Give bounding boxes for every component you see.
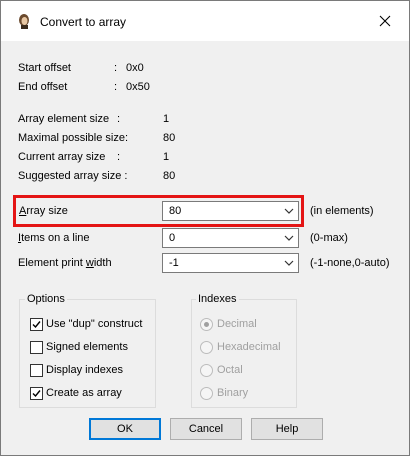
create-as-array-label[interactable]: Create as array: [46, 387, 122, 399]
title-bar: Convert to array: [1, 1, 409, 41]
octal-label[interactable]: Octal: [217, 364, 243, 376]
decimal-radio[interactable]: [200, 318, 213, 331]
items-on-line-value: 0: [169, 232, 176, 244]
create-as-array-checkbox[interactable]: [30, 387, 43, 400]
help-button[interactable]: Help: [251, 418, 323, 440]
indexes-group-title: Indexes: [196, 293, 239, 305]
hexadecimal-label[interactable]: Hexadecimal: [217, 341, 281, 353]
element-print-width-label-pre: Element print: [18, 257, 86, 269]
element-print-width-hint: (-1-none,0-auto): [310, 257, 390, 269]
items-on-line-combo[interactable]: 0: [162, 228, 299, 248]
display-indexes-label[interactable]: Display indexes: [46, 364, 123, 376]
close-icon: [379, 15, 391, 27]
array-size-highlight: [13, 195, 304, 227]
array-element-size-value: 1: [163, 113, 170, 125]
maximal-possible-size-label: Maximal possible size:: [18, 132, 129, 144]
current-array-size-label: Current array size: [18, 151, 106, 163]
convert-to-array-dialog: Convert to array Start offset : 0x0 End …: [0, 0, 410, 456]
binary-label[interactable]: Binary: [217, 387, 248, 399]
close-button[interactable]: [365, 5, 405, 37]
current-array-size-separator: :: [117, 151, 121, 163]
decimal-label[interactable]: Decimal: [217, 318, 257, 330]
cancel-button[interactable]: Cancel: [170, 418, 242, 440]
items-on-line-label-rest: tems on a line: [21, 232, 90, 244]
array-size-hint: (in elements): [310, 205, 374, 217]
element-print-width-value: -1: [169, 257, 179, 269]
octal-radio[interactable]: [200, 364, 213, 377]
end-offset-value: 0x50: [126, 81, 150, 93]
checkmark-icon: [32, 321, 41, 329]
start-offset-label: Start offset: [18, 62, 71, 74]
end-offset-label: End offset: [18, 81, 68, 93]
chevron-down-icon: [284, 235, 294, 241]
start-offset-separator: :: [114, 62, 118, 74]
ok-button[interactable]: OK: [89, 418, 161, 440]
use-dup-construct-checkbox[interactable]: [30, 318, 43, 331]
array-element-size-label: Array element size: [18, 113, 110, 125]
hexadecimal-radio[interactable]: [200, 341, 213, 354]
suggested-array-size-label: Suggested array size :: [18, 170, 128, 182]
chevron-down-icon: [284, 260, 294, 266]
display-indexes-checkbox[interactable]: [30, 364, 43, 377]
maximal-possible-size-value: 80: [163, 132, 176, 144]
options-group-title: Options: [25, 293, 67, 305]
checkmark-icon: [32, 390, 41, 398]
element-print-width-label-accel: w: [85, 257, 94, 269]
signed-elements-label[interactable]: Signed elements: [46, 341, 128, 353]
current-array-size-value: 1: [163, 151, 170, 163]
element-print-width-combo[interactable]: -1: [162, 253, 299, 273]
use-dup-construct-label[interactable]: Use "dup" construct: [46, 318, 142, 330]
suggested-array-size-value: 80: [163, 170, 176, 182]
app-icon: [16, 13, 32, 29]
start-offset-value: 0x0: [126, 62, 144, 74]
signed-elements-checkbox[interactable]: [30, 341, 43, 354]
binary-radio[interactable]: [200, 387, 213, 400]
window-title: Convert to array: [40, 15, 127, 29]
element-print-width-label-rest: idth: [93, 257, 112, 269]
items-on-line-hint: (0-max): [310, 232, 348, 244]
array-element-size-separator: :: [117, 113, 121, 125]
items-on-line-label: Items on a line: [18, 232, 90, 244]
end-offset-separator: :: [114, 81, 118, 93]
element-print-width-label: Element print width: [18, 257, 112, 269]
